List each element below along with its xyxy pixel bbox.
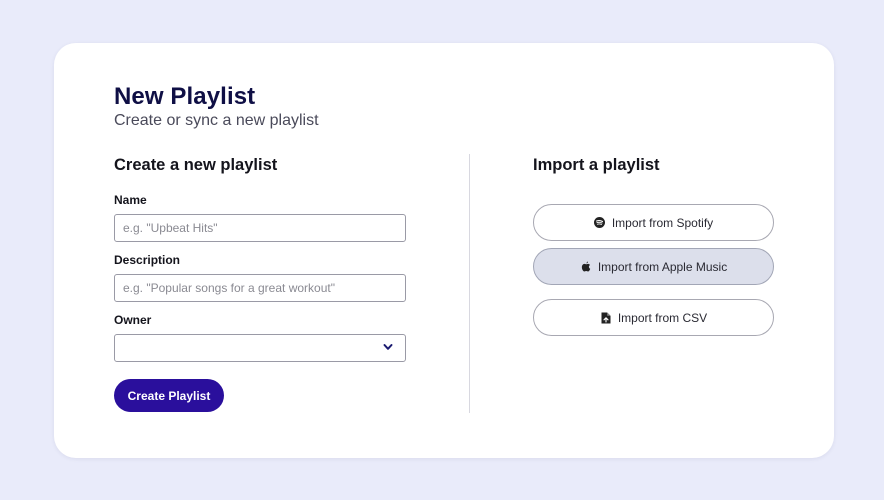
import-spotify-label: Import from Spotify: [611, 215, 714, 230]
owner-label: Owner: [114, 313, 152, 327]
import-csv-label: Import from CSV: [617, 310, 708, 325]
apple-icon: [580, 261, 592, 273]
spotify-icon: [594, 217, 606, 229]
new-playlist-card: New Playlist Create or sync a new playli…: [54, 43, 834, 458]
import-spotify-button[interactable]: Import from Spotify: [533, 204, 774, 241]
create-section-title: Create a new playlist: [114, 156, 278, 174]
create-playlist-button[interactable]: Create Playlist: [114, 379, 224, 412]
page-title: New Playlist: [114, 83, 256, 110]
column-divider: [469, 154, 470, 413]
import-apple-music-label: Import from Apple Music: [597, 259, 728, 274]
page-subtitle: Create or sync a new playlist: [114, 112, 319, 129]
name-label: Name: [114, 193, 147, 207]
name-input[interactable]: [114, 214, 406, 242]
chevron-down-icon: [383, 344, 393, 350]
description-input[interactable]: [114, 274, 406, 302]
owner-select[interactable]: [114, 334, 406, 362]
csv-file-icon: [600, 312, 612, 324]
description-label: Description: [114, 253, 181, 267]
import-apple-music-button[interactable]: Import from Apple Music: [533, 248, 774, 285]
import-csv-button[interactable]: Import from CSV: [533, 299, 774, 336]
import-section-title: Import a playlist: [533, 156, 660, 174]
